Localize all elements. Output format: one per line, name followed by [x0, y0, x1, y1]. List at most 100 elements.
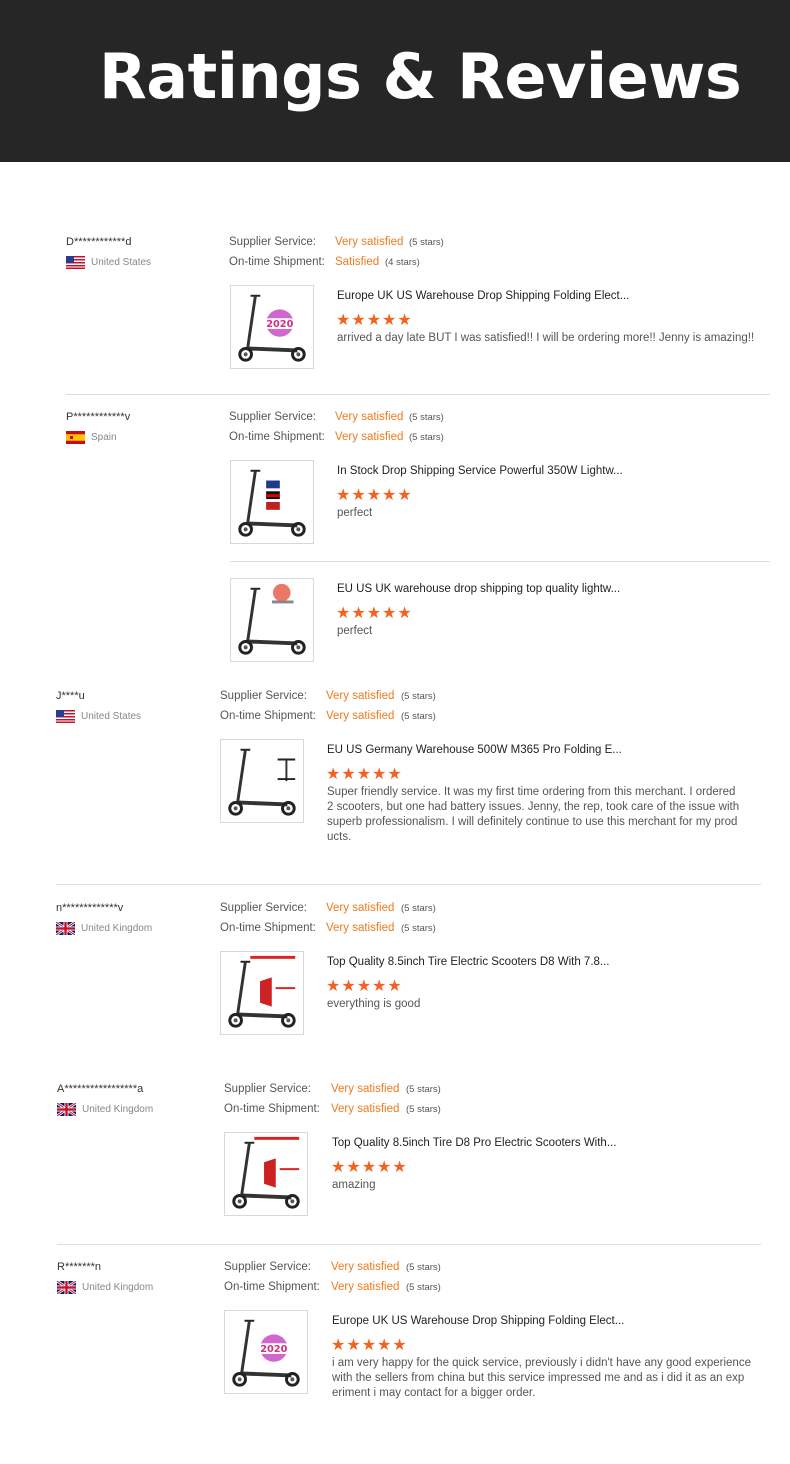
supplier-count: (5 stars)	[409, 412, 444, 423]
spain-flag-icon	[66, 431, 85, 444]
shipment-label: On-time Shipment:	[229, 431, 325, 443]
product-entry: EU US Germany Warehouse 500W M365 Pro Fo…	[220, 739, 760, 849]
product-entry: 2020 Europe UK US Warehouse Drop Shippin…	[230, 285, 770, 371]
shipment-value: Very satisfied	[326, 922, 395, 934]
shipment-count: (5 stars)	[409, 432, 444, 443]
product-entry: EU US UK warehouse drop shipping top qua…	[230, 578, 770, 664]
star-rating: ★★★★★	[336, 312, 413, 329]
comment-line: ucts.	[327, 831, 352, 843]
shipment-value: Very satisfied	[331, 1281, 400, 1293]
product-title[interactable]: Europe UK US Warehouse Drop Shipping Fol…	[337, 290, 629, 302]
supplier-count: (5 stars)	[401, 903, 436, 914]
supplier-value: Very satisfied	[326, 690, 395, 702]
svg-text:2020: 2020	[260, 1344, 287, 1355]
shipment-value: Very satisfied	[326, 710, 395, 722]
product-thumbnail[interactable]: 2020	[230, 285, 314, 369]
uk-flag-icon	[57, 1103, 76, 1116]
review-item: D************d United States Supplier Se…	[66, 236, 770, 376]
product-title[interactable]: EU US Germany Warehouse 500W M365 Pro Fo…	[327, 744, 622, 756]
comment-line: Super friendly service. It was my first …	[327, 786, 736, 798]
shipment-value: Very satisfied	[335, 431, 404, 443]
us-flag-icon	[56, 710, 75, 723]
shipment-value: Very satisfied	[331, 1103, 400, 1115]
scooter-image	[221, 740, 303, 822]
scooter-image	[231, 583, 313, 661]
comment-line: 2 scooters, but one had battery issues. …	[327, 801, 740, 813]
divider	[57, 1244, 761, 1245]
review-comment: arrived a day late BUT I was satisfied!!…	[337, 332, 755, 344]
comment-line: i am very happy for the quick service, p…	[332, 1357, 751, 1369]
product-entry: 2020 Europe UK US Warehouse Drop Shippin…	[224, 1310, 761, 1410]
review-item: A*****************a United Kingdom Suppl…	[57, 1083, 761, 1223]
shipment-count: (5 stars)	[401, 711, 436, 722]
star-rating: ★★★★★	[326, 766, 403, 783]
scooter-image	[225, 1136, 307, 1215]
shipment-count: (5 stars)	[401, 923, 436, 934]
review-comment: everything is good	[327, 998, 421, 1010]
product-thumbnail[interactable]	[224, 1132, 308, 1216]
reviewer-name: n*************v	[56, 902, 124, 914]
product-entry: Top Quality 8.5inch Tire D8 Pro Electric…	[224, 1132, 761, 1218]
shipment-label: On-time Shipment:	[220, 710, 316, 722]
product-thumbnail[interactable]	[230, 460, 314, 544]
uk-flag-icon	[57, 1281, 76, 1294]
country-name: United States	[91, 257, 152, 268]
uk-flag-icon	[56, 922, 75, 935]
shipment-label: On-time Shipment:	[224, 1103, 320, 1115]
supplier-value: Very satisfied	[335, 411, 404, 423]
scooter-image: 2020	[231, 286, 313, 368]
star-rating: ★★★★★	[336, 605, 413, 622]
reviewer-name: J****u	[56, 690, 85, 702]
review-comment: perfect	[337, 507, 373, 519]
country-name: United Kingdom	[81, 923, 153, 934]
scooter-image	[231, 461, 313, 543]
product-title[interactable]: Top Quality 8.5inch Tire D8 Pro Electric…	[332, 1137, 616, 1149]
shipment-count: (5 stars)	[406, 1282, 441, 1293]
product-title[interactable]: EU US UK warehouse drop shipping top qua…	[337, 583, 620, 595]
product-thumbnail[interactable]	[220, 951, 304, 1035]
shipment-label: On-time Shipment:	[224, 1281, 320, 1293]
supplier-count: (5 stars)	[406, 1262, 441, 1273]
page-title: Ratings & Reviews	[99, 40, 742, 113]
review-comment: amazing	[332, 1179, 376, 1191]
shipment-value: Satisfied	[335, 256, 380, 268]
product-thumbnail[interactable]	[230, 578, 314, 662]
supplier-label: Supplier Service:	[224, 1083, 311, 1095]
product-title[interactable]: In Stock Drop Shipping Service Powerful …	[337, 465, 623, 477]
us-flag-icon	[66, 256, 85, 269]
divider	[66, 394, 770, 395]
star-rating: ★★★★★	[336, 487, 413, 504]
product-entry: Top Quality 8.5inch Tire Electric Scoote…	[220, 951, 760, 1037]
comment-line: superb professionalism. I will definitel…	[327, 816, 738, 828]
review-comment: i am very happy for the quick service, p…	[332, 1356, 752, 1401]
review-item: J****u United States Supplier Service: V…	[56, 690, 761, 850]
supplier-value: Very satisfied	[335, 236, 404, 248]
product-title[interactable]: Top Quality 8.5inch Tire Electric Scoote…	[327, 956, 610, 968]
shipment-label: On-time Shipment:	[220, 922, 316, 934]
supplier-count: (5 stars)	[409, 237, 444, 248]
product-title[interactable]: Europe UK US Warehouse Drop Shipping Fol…	[332, 1315, 624, 1327]
shipment-count: (4 stars)	[385, 257, 420, 268]
scooter-image: 2020	[225, 1311, 307, 1393]
product-thumbnail[interactable]	[220, 739, 304, 823]
divider	[56, 884, 761, 885]
reviewer-name: D************d	[66, 236, 132, 248]
country-name: United Kingdom	[82, 1104, 154, 1115]
scooter-image	[221, 955, 303, 1034]
star-rating: ★★★★★	[331, 1337, 408, 1354]
shipment-label: On-time Shipment:	[229, 256, 325, 268]
supplier-label: Supplier Service:	[220, 690, 307, 702]
product-thumbnail[interactable]: 2020	[224, 1310, 308, 1394]
reviewer-country: United States	[66, 256, 151, 269]
header-banner: Ratings & Reviews	[0, 0, 790, 162]
review-comment: perfect	[337, 625, 373, 637]
comment-line: with the sellers from china but this ser…	[332, 1372, 745, 1384]
review-item: R*******n United Kingdom Supplier Servic…	[57, 1261, 761, 1421]
supplier-label: Supplier Service:	[224, 1261, 311, 1273]
reviewer-country: Spain	[66, 431, 117, 444]
product-entry: In Stock Drop Shipping Service Powerful …	[230, 460, 770, 546]
supplier-count: (5 stars)	[401, 691, 436, 702]
supplier-label: Supplier Service:	[220, 902, 307, 914]
country-name: United Kingdom	[82, 1282, 154, 1293]
reviewer-name: R*******n	[57, 1261, 102, 1273]
